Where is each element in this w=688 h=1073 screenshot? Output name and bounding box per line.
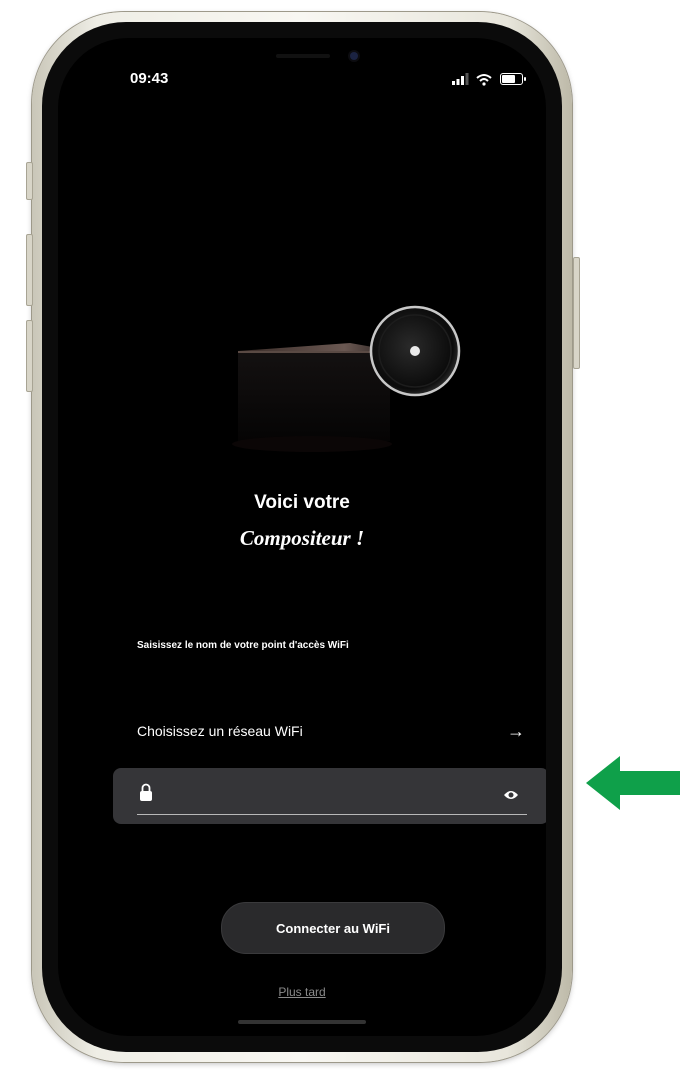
phone-frame: 09:43 Voici votre Compositeur ! Saisisse… — [26, 12, 580, 1062]
connect-wifi-button[interactable]: Connecter au WiFi — [221, 902, 445, 954]
power-button — [573, 257, 580, 369]
arrow-right-icon: → — [507, 720, 525, 741]
later-link[interactable]: Plus tard — [58, 985, 546, 999]
annotation-arrow-icon — [586, 756, 680, 810]
wifi-network-selector-label: Choisissez un réseau WiFi — [137, 723, 303, 739]
wifi-prompt-label: Saisissez le nom de votre point d'accès … — [137, 640, 349, 651]
title-line-1: Voici votre — [254, 492, 350, 513]
status-time: 09:43 — [130, 70, 169, 87]
title-line-2: Compositeur ! — [239, 526, 365, 550]
signal-icon — [452, 73, 469, 85]
speaker-grille — [276, 54, 330, 58]
screen: 09:43 Voici votre Compositeur ! Saisisse… — [58, 38, 546, 1036]
front-camera — [350, 52, 358, 60]
mute-switch — [26, 162, 33, 200]
battery-icon — [500, 73, 526, 85]
status-icons — [452, 72, 532, 86]
wifi-network-selector[interactable]: Choisissez un réseau WiFi → — [137, 718, 525, 744]
wifi-icon — [476, 74, 492, 86]
volume-down-button — [26, 320, 33, 392]
home-indicator — [238, 1020, 366, 1024]
password-underline — [137, 814, 527, 815]
compositeur-device-illustration — [228, 288, 468, 458]
volume-up-button — [26, 234, 33, 306]
lock-icon — [139, 782, 153, 802]
eye-icon[interactable] — [503, 788, 519, 800]
password-field[interactable] — [113, 768, 546, 824]
